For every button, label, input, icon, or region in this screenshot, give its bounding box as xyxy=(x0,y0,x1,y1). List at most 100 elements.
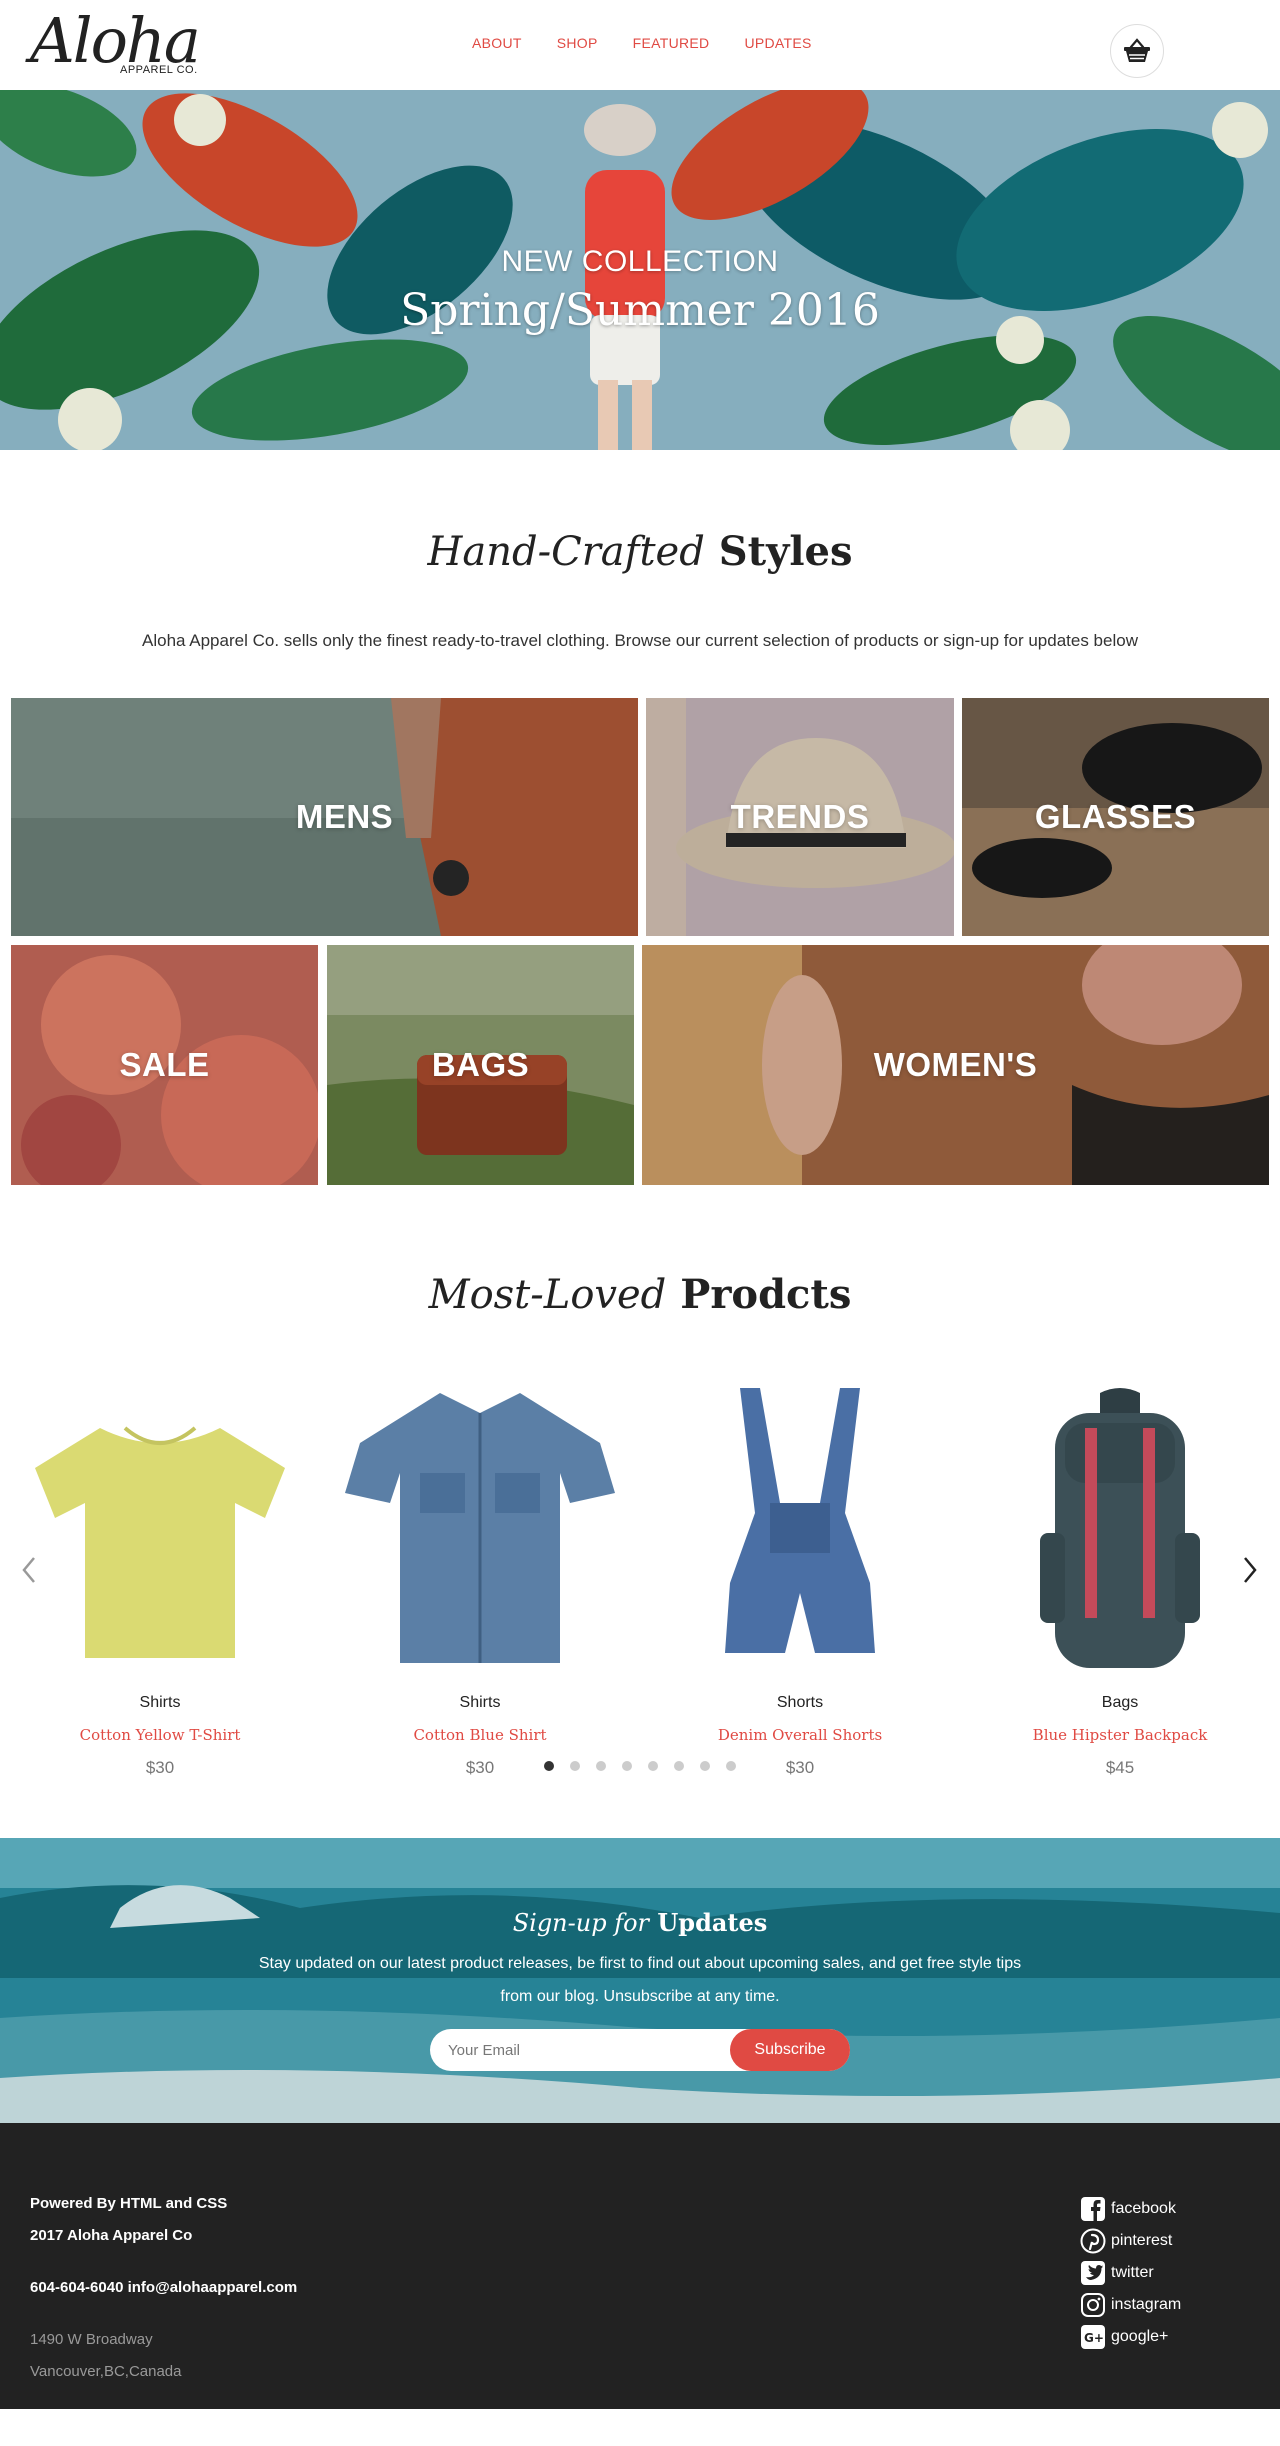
signup-form: Subscribe xyxy=(430,2029,850,2071)
carousel-dot[interactable] xyxy=(648,1761,658,1771)
product-carousel: Shirts Cotton Yellow T-Shirt $30 Shirts … xyxy=(0,1378,1280,1838)
social-label-pinterest: pinterest xyxy=(1111,2232,1173,2249)
hero-text: NEW COLLECTION Spring/Summer 2016 xyxy=(0,245,1280,336)
intro-title-italic: Hand-Crafted xyxy=(427,529,705,575)
category-label-womens: WOMEN'S xyxy=(873,1046,1038,1083)
category-tile-sale[interactable]: SALE xyxy=(11,945,318,1185)
category-tile-bags[interactable]: BAGS xyxy=(327,945,634,1185)
carousel-next-button[interactable] xyxy=(1235,1550,1265,1590)
category-tile-trends[interactable]: TRENDS xyxy=(646,698,954,936)
facebook-icon xyxy=(1081,2197,1105,2221)
product-name[interactable]: Cotton Yellow T-Shirt xyxy=(15,1726,305,1744)
product-image xyxy=(975,1378,1265,1678)
product-category: Shirts xyxy=(139,1694,181,1711)
category-tile-glasses[interactable]: GLASSES xyxy=(962,698,1269,936)
nav-updates[interactable]: UPDATES xyxy=(744,35,811,51)
category-label-trends: TRENDS xyxy=(730,798,870,835)
product-card[interactable]: Shirts Cotton Blue Shirt $30 xyxy=(335,1378,625,1778)
social-label-twitter: twitter xyxy=(1111,2264,1154,2281)
product-card[interactable]: Shirts Cotton Yellow T-Shirt $30 xyxy=(15,1378,305,1778)
intro-text: Aloha Apparel Co. sells only the finest … xyxy=(142,631,1138,650)
carousel-dot[interactable] xyxy=(700,1761,710,1771)
product-category: Bags xyxy=(1101,1694,1139,1711)
signup-title: Sign-up for Updates xyxy=(0,1908,1280,1937)
signup-title-bold: Updates xyxy=(657,1908,768,1937)
product-name[interactable]: Cotton Blue Shirt xyxy=(335,1726,625,1744)
subscribe-button[interactable]: Subscribe xyxy=(730,2029,850,2071)
site-header: Aloha APPAREL CO. ABOUT SHOP FEATURED UP… xyxy=(0,0,1280,90)
category-label-bags: BAGS xyxy=(431,1046,530,1083)
signup-title-italic: Sign-up for xyxy=(512,1909,650,1937)
product-name[interactable]: Denim Overall Shorts xyxy=(655,1726,945,1744)
pinterest-icon xyxy=(1080,2228,1106,2254)
intro-title: Hand-Crafted Styles xyxy=(0,528,1280,575)
products-title-italic: Most-Loved xyxy=(428,1272,667,1318)
carousel-dot[interactable] xyxy=(622,1761,632,1771)
logo-subtitle: APPAREL CO. xyxy=(120,64,198,76)
product-card[interactable]: Bags Blue Hipster Backpack $45 xyxy=(975,1378,1265,1778)
social-label-instagram: instagram xyxy=(1111,2296,1182,2313)
category-tile-mens[interactable]: MENS xyxy=(11,698,638,936)
product-image xyxy=(15,1378,305,1678)
footer-copyright: 2017 Aloha Apparel Co xyxy=(30,2227,193,2244)
product-image xyxy=(655,1378,945,1678)
products-title: Most-Loved Prodcts xyxy=(0,1271,1280,1318)
hero-title: Spring/Summer 2016 xyxy=(400,285,880,336)
nav-featured[interactable]: FEATURED xyxy=(633,35,710,51)
intro-title-bold: Styles xyxy=(718,528,853,575)
product-card[interactable]: Shorts Denim Overall Shorts $30 xyxy=(655,1378,945,1778)
category-label-glasses: GLASSES xyxy=(1034,798,1197,835)
denim-overall-image xyxy=(725,1388,875,1653)
footer-info: Powered By HTML and CSS 2017 Aloha Appar… xyxy=(30,2195,297,2395)
instagram-icon xyxy=(1081,2293,1105,2317)
footer-address-line2: Vancouver,BC,Canada xyxy=(30,2363,182,2380)
carousel-dot[interactable] xyxy=(674,1761,684,1771)
footer-contact[interactable]: 604-604-6040 info@alohaapparel.com xyxy=(30,2279,297,2311)
social-link-pinterest[interactable]: pinterest xyxy=(1080,2225,1181,2257)
signup-content: Sign-up for Updates Stay updated on our … xyxy=(0,1908,1280,2071)
basket-icon xyxy=(1124,38,1150,62)
svg-text:G+: G+ xyxy=(1084,2331,1104,2345)
category-tile-womens[interactable]: WOMEN'S xyxy=(642,945,1269,1185)
social-link-twitter[interactable]: twitter xyxy=(1080,2257,1181,2289)
social-link-facebook[interactable]: facebook xyxy=(1080,2193,1181,2225)
nav-shop[interactable]: SHOP xyxy=(557,35,598,51)
hero-banner: NEW COLLECTION Spring/Summer 2016 xyxy=(0,90,1280,450)
category-label-sale: SALE xyxy=(119,1046,210,1083)
social-label-googleplus: google+ xyxy=(1111,2328,1169,2345)
product-image xyxy=(335,1378,625,1678)
carousel-dot[interactable] xyxy=(544,1761,554,1771)
products-section: Most-Loved Prodcts Shirts Cotton Yellow … xyxy=(0,1271,1280,1838)
yellow-tshirt-image xyxy=(35,1426,285,1658)
social-label-facebook: facebook xyxy=(1111,2200,1176,2217)
signup-section: Sign-up for Updates Stay updated on our … xyxy=(0,1838,1280,2123)
social-link-googleplus[interactable]: G+ google+ xyxy=(1080,2321,1181,2353)
nav-about[interactable]: ABOUT xyxy=(472,35,522,51)
chevron-right-icon xyxy=(1244,1557,1257,1583)
social-links: facebook pinterest twitter instagram G+ … xyxy=(1080,2193,1181,2353)
intro-section: Hand-Crafted Styles Aloha Apparel Co. se… xyxy=(0,528,1280,651)
social-link-instagram[interactable]: instagram xyxy=(1080,2289,1181,2321)
category-label-mens: MENS xyxy=(295,798,394,835)
logo[interactable]: Aloha APPAREL CO. xyxy=(30,8,201,80)
signup-text: Stay updated on our latest product relea… xyxy=(258,1955,1022,2005)
site-footer: Powered By HTML and CSS 2017 Aloha Appar… xyxy=(0,2123,1280,2409)
email-input[interactable] xyxy=(430,2029,730,2071)
main-nav: ABOUT SHOP FEATURED UPDATES xyxy=(472,35,812,51)
carousel-dot[interactable] xyxy=(570,1761,580,1771)
carousel-dot[interactable] xyxy=(596,1761,606,1771)
category-grid: MENS TRENDS GLASSES SALE BAGS WOMEN'S xyxy=(0,698,1280,1193)
blue-shirt-image xyxy=(345,1393,615,1663)
google-plus-icon: G+ xyxy=(1081,2325,1105,2349)
product-name[interactable]: Blue Hipster Backpack xyxy=(975,1726,1265,1744)
product-category: Shorts xyxy=(776,1694,824,1711)
backpack-image xyxy=(1040,1388,1200,1668)
hero-kicker: NEW COLLECTION xyxy=(501,245,779,278)
footer-address-line1: 1490 W Broadway xyxy=(30,2331,153,2348)
cart-button[interactable] xyxy=(1110,24,1164,78)
twitter-icon xyxy=(1081,2261,1105,2285)
footer-powered: Powered By HTML and CSS xyxy=(30,2195,228,2212)
carousel-dots xyxy=(0,1761,1280,1771)
carousel-dot[interactable] xyxy=(726,1761,736,1771)
product-category: Shirts xyxy=(459,1694,501,1711)
